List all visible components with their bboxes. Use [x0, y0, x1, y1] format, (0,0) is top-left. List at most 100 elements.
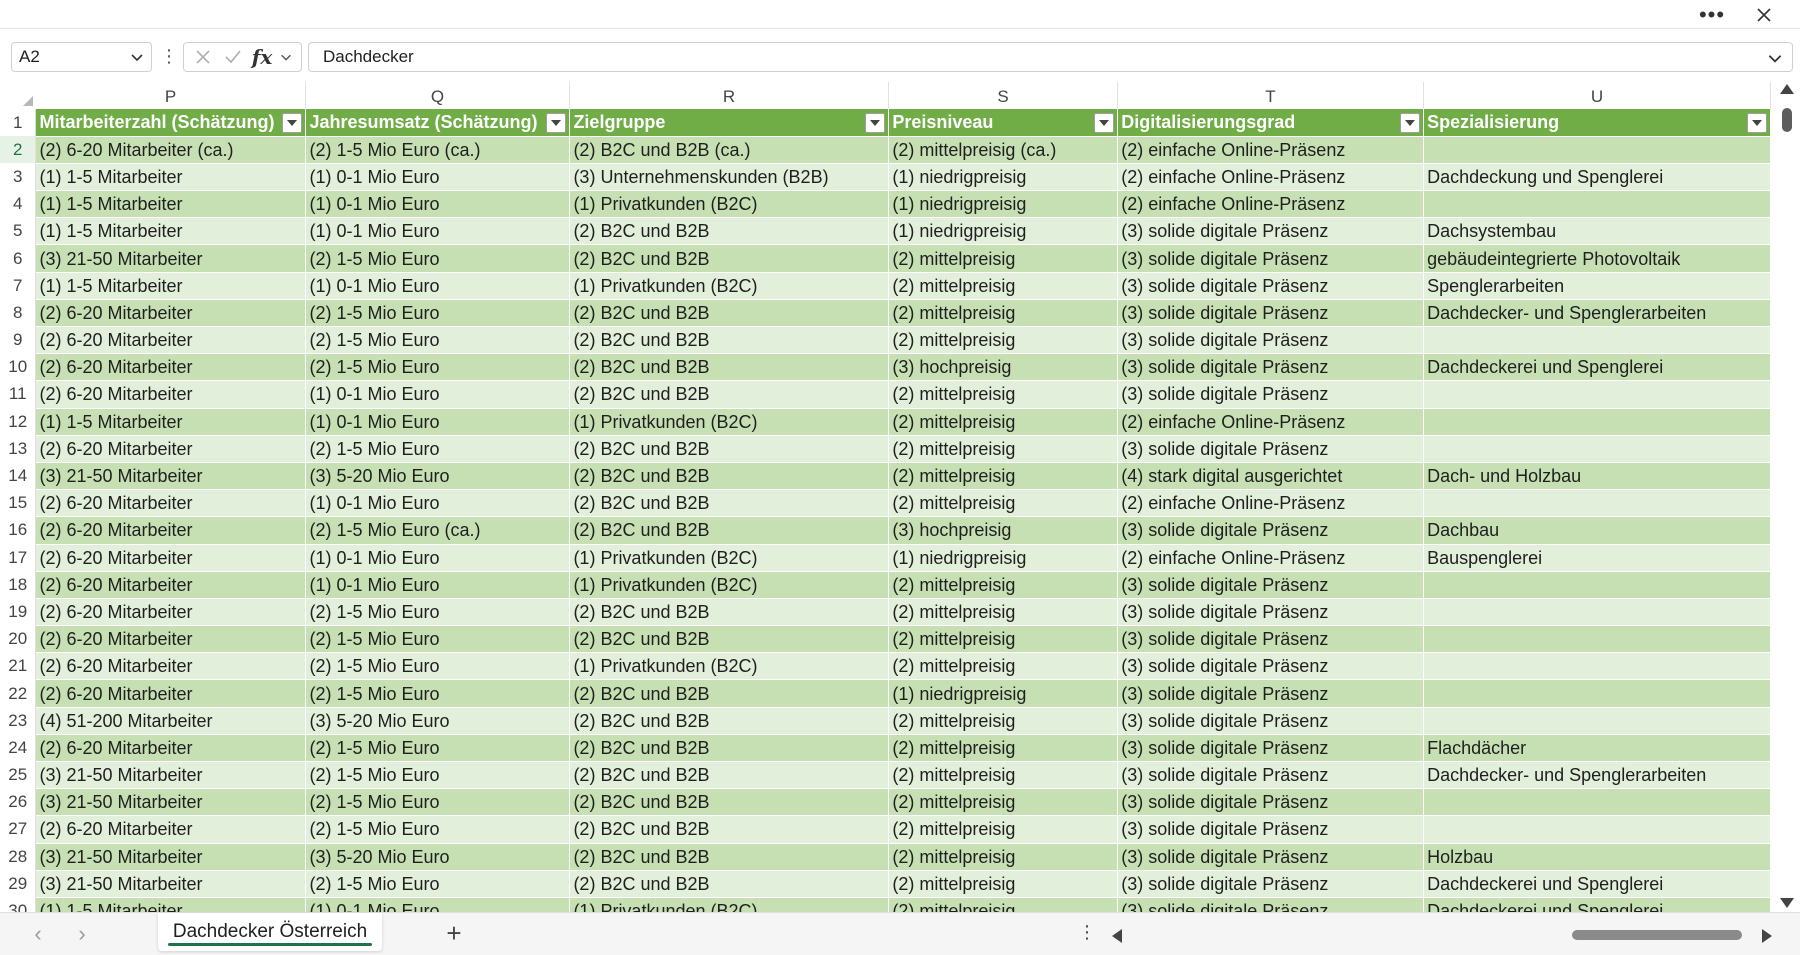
- table-cell[interactable]: (2) 1-5 Mio Euro: [305, 652, 571, 681]
- table-cell[interactable]: (2) einfache Online-Präsenz: [1117, 544, 1425, 572]
- table-cell[interactable]: (1) 0-1 Mio Euro: [305, 571, 571, 599]
- table-cell[interactable]: (2) 6-20 Mitarbeiter: [35, 516, 307, 545]
- table-cell[interactable]: (2) mittelpreisig: [888, 897, 1119, 912]
- table-cell[interactable]: (2) 6-20 Mitarbeiter: [35, 652, 307, 681]
- cancel-icon[interactable]: [188, 43, 218, 71]
- table-cell[interactable]: (2) B2C und B2B: [569, 489, 890, 518]
- row-header[interactable]: 15: [0, 489, 37, 517]
- formula-input[interactable]: Dachdecker: [308, 42, 1793, 72]
- row-header[interactable]: 5: [0, 217, 37, 245]
- table-cell[interactable]: (2) 6-20 Mitarbeiter (ca.): [35, 136, 307, 164]
- table-cell[interactable]: (2) 1-5 Mio Euro: [305, 598, 571, 627]
- table-cell[interactable]: (1) Privatkunden (B2C): [569, 897, 890, 912]
- table-cell[interactable]: (2) 1-5 Mio Euro: [305, 788, 571, 817]
- table-cell[interactable]: (2) mittelpreisig: [888, 435, 1119, 463]
- table-cell[interactable]: Dachdecker- und Spenglerarbeiten: [1423, 299, 1771, 328]
- table-cell[interactable]: (3) hochpreisig: [888, 353, 1119, 382]
- table-cell[interactable]: [1423, 652, 1771, 681]
- row-header[interactable]: 12: [0, 408, 37, 436]
- table-cell[interactable]: (1) 0-1 Mio Euro: [305, 544, 571, 572]
- row-header[interactable]: 21: [0, 652, 37, 680]
- filter-dropdown-icon[interactable]: [1400, 113, 1421, 133]
- table-cell[interactable]: [1423, 326, 1771, 355]
- header-cell[interactable]: Preisniveau: [888, 109, 1119, 137]
- table-cell[interactable]: (2) 1-5 Mio Euro: [305, 435, 571, 463]
- enter-check-icon[interactable]: [218, 43, 248, 71]
- table-cell[interactable]: (3) solide digitale Präsenz: [1117, 679, 1425, 708]
- table-cell[interactable]: (2) 6-20 Mitarbeiter: [35, 625, 307, 654]
- table-cell[interactable]: (2) 6-20 Mitarbeiter: [35, 380, 307, 409]
- table-cell[interactable]: (2) mittelpreisig: [888, 299, 1119, 328]
- table-cell[interactable]: (2) mittelpreisig: [888, 408, 1119, 436]
- row-header[interactable]: 23: [0, 707, 37, 735]
- filter-dropdown-icon[interactable]: [1747, 113, 1767, 133]
- row-header[interactable]: 6: [0, 244, 37, 273]
- table-cell[interactable]: (4) stark digital ausgerichtet: [1117, 462, 1425, 491]
- table-cell[interactable]: (3) solide digitale Präsenz: [1117, 272, 1425, 300]
- row-header[interactable]: 28: [0, 843, 37, 871]
- table-cell[interactable]: (3) solide digitale Präsenz: [1117, 897, 1425, 912]
- table-cell[interactable]: (3) solide digitale Präsenz: [1117, 652, 1425, 681]
- table-cell[interactable]: [1423, 598, 1771, 627]
- table-cell[interactable]: (3) solide digitale Präsenz: [1117, 625, 1425, 654]
- table-cell[interactable]: (2) B2C und B2B: [569, 435, 890, 463]
- row-header[interactable]: 16: [0, 516, 37, 544]
- more-vertical-icon[interactable]: ⋮: [160, 46, 178, 68]
- table-cell[interactable]: (1) 1-5 Mitarbeiter: [35, 217, 307, 246]
- table-cell[interactable]: (2) 1-5 Mio Euro: [305, 326, 571, 355]
- table-cell[interactable]: (3) solide digitale Präsenz: [1117, 598, 1425, 627]
- row-header[interactable]: 29: [0, 870, 37, 898]
- table-cell[interactable]: (2) B2C und B2B: [569, 815, 890, 844]
- table-cell[interactable]: [1423, 788, 1771, 817]
- table-cell[interactable]: Dachsystembau: [1423, 217, 1771, 246]
- table-cell[interactable]: Dachdecker- und Spenglerarbeiten: [1423, 761, 1771, 790]
- filter-dropdown-icon[interactable]: [1094, 113, 1115, 133]
- chevron-down-icon[interactable]: [276, 43, 296, 71]
- table-cell[interactable]: (3) solide digitale Präsenz: [1117, 326, 1425, 355]
- table-cell[interactable]: (2) B2C und B2B: [569, 598, 890, 627]
- table-cell[interactable]: (2) B2C und B2B: [569, 244, 890, 273]
- table-cell[interactable]: (1) 0-1 Mio Euro: [305, 380, 571, 409]
- table-cell[interactable]: (3) solide digitale Präsenz: [1117, 299, 1425, 328]
- row-header[interactable]: 27: [0, 815, 37, 844]
- table-cell[interactable]: (1) 1-5 Mitarbeiter: [35, 897, 307, 912]
- row-header[interactable]: 18: [0, 571, 37, 599]
- table-cell[interactable]: (3) 5-20 Mio Euro: [305, 462, 571, 491]
- table-cell[interactable]: (1) Privatkunden (B2C): [569, 571, 890, 599]
- table-cell[interactable]: (2) einfache Online-Präsenz: [1117, 190, 1425, 219]
- table-cell[interactable]: Bauspenglerei: [1423, 544, 1771, 572]
- table-cell[interactable]: (1) niedrigpreisig: [888, 544, 1119, 572]
- row-header[interactable]: 1: [0, 109, 37, 137]
- insert-function-icon[interactable]: fx: [248, 43, 276, 71]
- table-cell[interactable]: (2) B2C und B2B: [569, 761, 890, 790]
- row-header[interactable]: 19: [0, 598, 37, 626]
- table-cell[interactable]: (2) einfache Online-Präsenz: [1117, 408, 1425, 436]
- table-cell[interactable]: (2) mittelpreisig: [888, 380, 1119, 409]
- table-cell[interactable]: (2) 6-20 Mitarbeiter: [35, 326, 307, 355]
- table-cell[interactable]: (1) 1-5 Mitarbeiter: [35, 163, 307, 192]
- table-cell[interactable]: (3) solide digitale Präsenz: [1117, 353, 1425, 382]
- table-cell[interactable]: (2) mittelpreisig: [888, 244, 1119, 273]
- scroll-down-icon[interactable]: [1780, 898, 1794, 908]
- table-cell[interactable]: (2) einfache Online-Präsenz: [1117, 489, 1425, 518]
- table-cell[interactable]: (2) mittelpreisig: [888, 788, 1119, 817]
- table-cell[interactable]: (2) mittelpreisig: [888, 598, 1119, 627]
- table-cell[interactable]: (2) 1-5 Mio Euro: [305, 734, 571, 763]
- row-header[interactable]: 13: [0, 435, 37, 463]
- row-header[interactable]: 3: [0, 163, 37, 191]
- table-cell[interactable]: (3) solide digitale Präsenz: [1117, 815, 1425, 844]
- table-cell[interactable]: (2) 1-5 Mio Euro: [305, 679, 571, 708]
- chevron-down-icon[interactable]: [129, 49, 145, 65]
- table-cell[interactable]: (3) 21-50 Mitarbeiter: [35, 761, 307, 790]
- scroll-left-icon[interactable]: [1112, 929, 1122, 943]
- table-cell[interactable]: (2) mittelpreisig: [888, 870, 1119, 898]
- row-header[interactable]: 2: [0, 136, 37, 164]
- table-cell[interactable]: (1) 1-5 Mitarbeiter: [35, 272, 307, 300]
- table-cell[interactable]: (3) solide digitale Präsenz: [1117, 761, 1425, 790]
- table-cell[interactable]: (1) 0-1 Mio Euro: [305, 408, 571, 436]
- table-cell[interactable]: (2) B2C und B2B: [569, 326, 890, 355]
- table-cell[interactable]: (2) mittelpreisig: [888, 843, 1119, 871]
- table-cell[interactable]: (1) Privatkunden (B2C): [569, 652, 890, 681]
- table-cell[interactable]: (2) 1-5 Mio Euro: [305, 299, 571, 328]
- table-cell[interactable]: (2) B2C und B2B: [569, 462, 890, 491]
